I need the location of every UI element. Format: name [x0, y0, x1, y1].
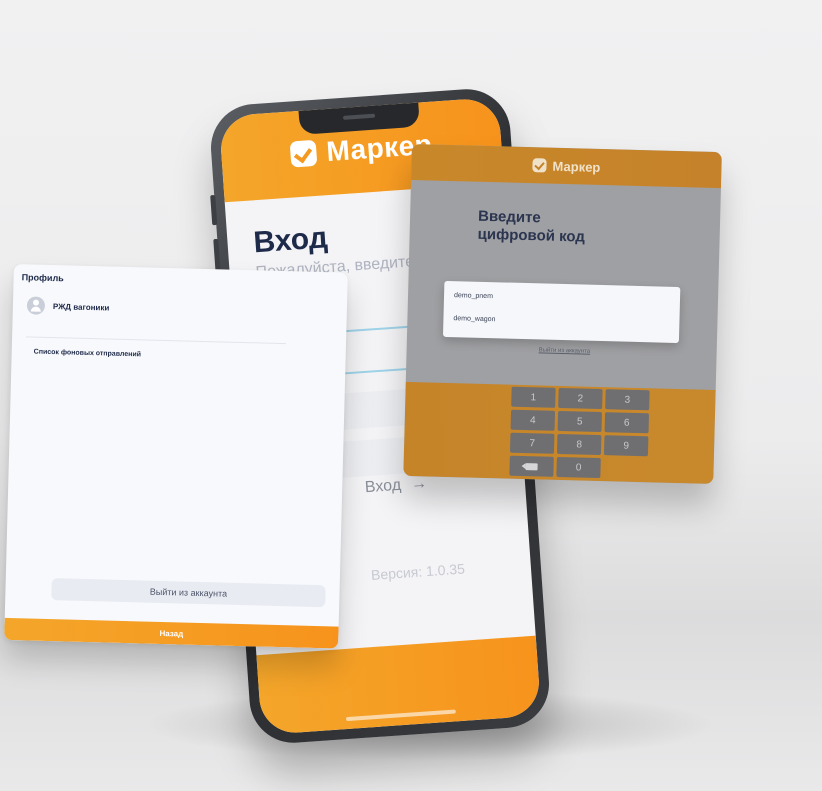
speaker-grille — [342, 113, 376, 120]
key-4[interactable]: 4 — [510, 409, 556, 431]
arrow-right-icon: → — [410, 474, 428, 493]
key-1[interactable]: 1 — [511, 386, 556, 408]
key-8[interactable]: 8 — [556, 433, 602, 456]
showcase-stage: Маркер Вход Пожалуйста, введите сво Вход… — [0, 0, 822, 791]
key-9[interactable]: 9 — [603, 435, 649, 457]
back-button[interactable]: Назад — [4, 617, 339, 649]
pin-brand: Маркер — [552, 158, 601, 175]
home-indicator — [345, 709, 456, 722]
profile-user-name: РЖД вагоники — [52, 301, 110, 313]
key-0[interactable]: 0 — [556, 456, 601, 479]
keypad-area: 1 2 3 4 5 6 7 8 9 0 — [403, 381, 716, 485]
section-title: Список фоновых отправлений — [33, 348, 142, 359]
numeric-keypad: 1 2 3 4 5 6 7 8 9 0 — [509, 386, 651, 480]
logout-link[interactable]: Выйти из аккаунта — [539, 347, 591, 354]
login-button-label: Вход — [364, 476, 402, 497]
account-option[interactable]: demo_pnem — [454, 292, 493, 300]
profile-screen-card: Профиль РЖД вагоники Список фоновых отпр… — [4, 264, 348, 649]
key-7[interactable]: 7 — [509, 432, 555, 454]
logout-button[interactable]: Выйти из аккаунта — [51, 578, 326, 608]
backspace-icon — [525, 462, 538, 470]
pin-title-line2: цифровой код — [477, 225, 586, 246]
pin-header: Маркер — [411, 144, 722, 189]
key-6[interactable]: 6 — [604, 412, 650, 434]
key-3[interactable]: 3 — [605, 389, 650, 411]
divider — [26, 336, 287, 345]
checkmark-logo-icon — [289, 139, 318, 168]
pin-code-card: Маркер Введите цифровой код demo_pnem de… — [403, 144, 722, 485]
account-option[interactable]: demo_wagon — [453, 315, 495, 323]
pin-title: Введите цифровой код — [477, 208, 638, 248]
backspace-key[interactable] — [509, 455, 554, 477]
key-2[interactable]: 2 — [558, 387, 603, 410]
account-dropdown[interactable]: demo_pnem demo_wagon — [442, 280, 681, 344]
login-button[interactable]: Вход → — [364, 475, 427, 497]
version-label: Версия: 1.0.35 — [370, 560, 466, 583]
profile-user-row[interactable]: РЖД вагоники — [26, 296, 307, 321]
profile-header: Профиль — [21, 272, 64, 284]
key-5[interactable]: 5 — [557, 410, 603, 433]
login-title: Вход — [252, 221, 329, 260]
checkmark-logo-icon — [532, 158, 547, 173]
avatar-icon — [26, 296, 46, 315]
